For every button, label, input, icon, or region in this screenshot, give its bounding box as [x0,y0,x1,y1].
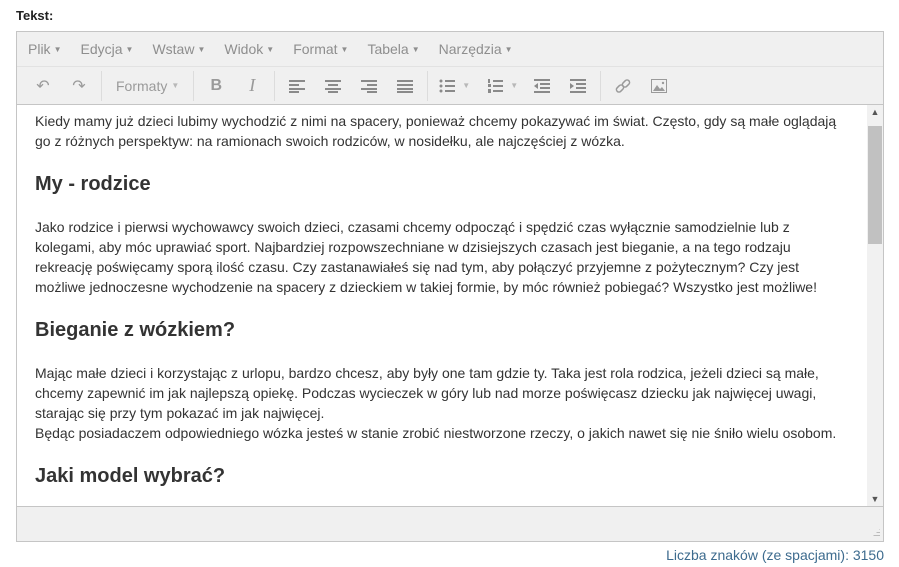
menu-label: Plik [28,41,51,57]
numbered-list-button[interactable] [480,71,510,101]
align-left-icon [289,79,306,93]
menu-narzedzia[interactable]: Narzędzia ▼ [439,41,513,57]
undo-button[interactable]: ↶ [25,71,61,101]
divider [427,70,429,101]
menu-format[interactable]: Format ▼ [293,41,348,57]
scroll-down-icon[interactable]: ▼ [867,494,883,504]
indent-button[interactable] [560,71,596,101]
italic-icon: I [249,75,256,95]
menubar: Plik ▼ Edycja ▼ Wstaw ▼ Widok ▼ Format ▼ Tabe… [17,32,883,67]
menu-plik[interactable]: Plik ▼ [28,41,61,57]
caret-down-icon: ▼ [125,45,134,54]
heading: My - rodzice [35,173,151,195]
paragraph: Mając małe dzieci i korzystając z urlopu… [35,365,819,421]
align-justify-icon [397,79,414,93]
bold-icon: B [210,76,223,94]
align-center-icon [325,79,342,93]
align-right-button[interactable] [351,71,387,101]
align-center-button[interactable] [315,71,351,101]
statusbar [17,506,883,541]
scrollbar-thumb[interactable] [868,126,882,244]
heading: Bieganie z wózkiem? [35,319,236,341]
menu-label: Edycja [80,41,123,57]
align-justify-button[interactable] [387,71,423,101]
scroll-up-icon[interactable]: ▲ [867,107,883,117]
formats-dropdown[interactable]: Formaty ▼ [106,71,189,101]
caret-down-icon: ▼ [53,45,62,54]
menu-wstaw[interactable]: Wstaw ▼ [152,41,205,57]
menu-label: Tabela [367,41,409,57]
toolbar: ↶ ↷ Formaty ▼ B I ▼ ▼ [17,67,883,105]
redo-icon: ↷ [72,77,86,95]
field-label: Tekst: [16,8,54,23]
link-icon [615,78,631,93]
bullet-list-icon [439,79,456,92]
outdent-button[interactable] [524,71,560,101]
redo-button[interactable]: ↷ [61,71,97,101]
divider [600,70,602,101]
align-right-icon [361,79,378,93]
link-button[interactable] [605,71,641,101]
scrollbar[interactable]: ▲ ▼ [867,105,883,506]
image-icon [651,78,668,93]
paragraph: Będąc posiadaczem odpowiedniego wózka je… [35,425,837,441]
menu-label: Narzędzia [438,41,502,57]
divider [193,70,195,101]
menu-tabela[interactable]: Tabela ▼ [367,41,419,57]
editor-content[interactable]: Kiedy mamy już dzieci lubimy wychodzić z… [17,105,883,506]
bold-button[interactable]: B [198,71,234,101]
rich-text-editor: Plik ▼ Edycja ▼ Wstaw ▼ Widok ▼ Format ▼ Tabe… [16,31,884,542]
resize-handle-icon[interactable] [871,529,880,538]
paragraph: Jako rodzice i pierwsi wychowawcy swoich… [35,219,817,295]
italic-button[interactable]: I [234,71,270,101]
heading: Jaki model wybrać? [35,465,226,487]
menu-widok[interactable]: Widok ▼ [224,41,274,57]
divider [274,70,276,101]
numbered-list-icon [488,78,504,93]
caret-down-icon: ▼ [197,45,206,54]
caret-down-icon: ▼ [266,45,275,54]
bullet-list-button[interactable] [432,71,462,101]
menu-edycja[interactable]: Edycja ▼ [80,41,133,57]
undo-icon: ↶ [36,77,50,95]
divider [101,70,102,101]
caret-down-icon[interactable]: ▼ [462,81,470,90]
menu-label: Format [293,41,338,57]
caret-down-icon: ▼ [504,45,513,54]
indent-icon [570,78,587,93]
caret-down-icon: ▼ [340,45,349,54]
outdent-icon [534,78,551,93]
caret-down-icon: ▼ [171,81,180,90]
align-left-button[interactable] [279,71,315,101]
menu-label: Wstaw [152,41,195,57]
character-count: Liczba znaków (ze spacjami): 3150 [666,547,884,563]
formats-label: Formaty [116,77,168,94]
caret-down-icon[interactable]: ▼ [510,81,518,90]
caret-down-icon: ▼ [411,45,420,54]
paragraph: Kiedy mamy już dzieci lubimy wychodzić z… [35,113,837,149]
image-button[interactable] [641,71,677,101]
menu-label: Widok [224,41,264,57]
